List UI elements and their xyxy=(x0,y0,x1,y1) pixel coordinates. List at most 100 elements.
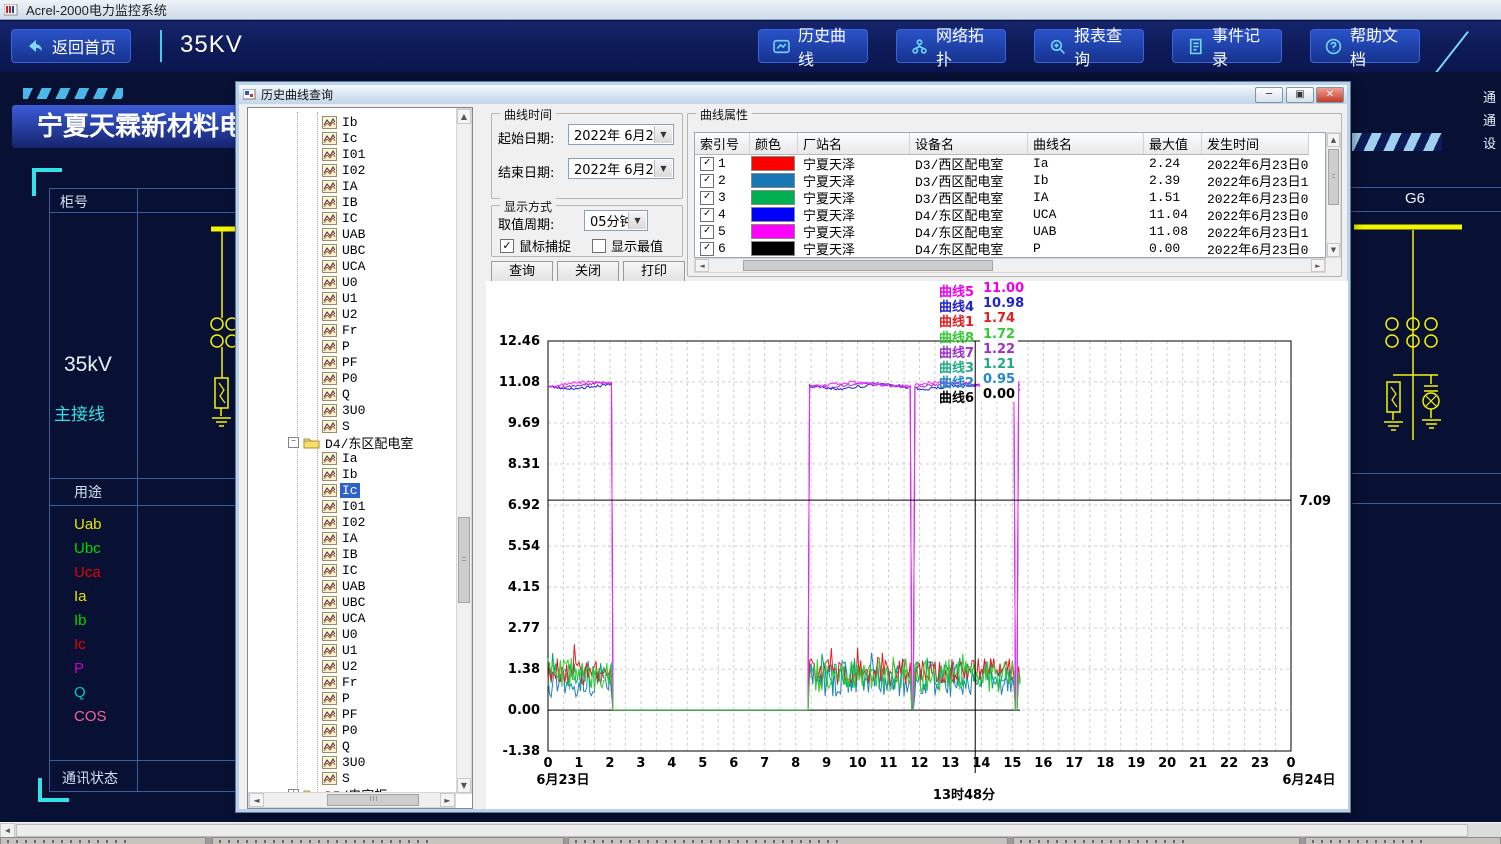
row-checkbox[interactable]: ✓ xyxy=(700,156,714,171)
home-button[interactable]: 返回首页 xyxy=(11,29,132,63)
scroll-thumb[interactable] xyxy=(327,794,419,806)
row-checkbox[interactable]: ✓ xyxy=(700,190,714,205)
end-date-combo[interactable]: 2022年 6月23 ▼ xyxy=(568,158,674,179)
tree-item-UBC[interactable]: UBC xyxy=(322,242,367,258)
dialog-maximize-button[interactable]: ▣ xyxy=(1286,87,1314,103)
taskbar-item[interactable] xyxy=(212,837,564,844)
query-button[interactable]: 查询 xyxy=(491,261,553,283)
nav-button-network-topology[interactable]: 网络拓扑 xyxy=(896,28,1006,69)
attr-table-horizontal-scrollbar[interactable]: ◄ ► xyxy=(694,258,1326,273)
tree-item-PF[interactable]: PF xyxy=(322,354,360,370)
tree-item-IC[interactable]: IC xyxy=(322,210,360,226)
attr-col-header[interactable]: 颜色 xyxy=(750,133,798,155)
tree-item-U2[interactable]: U2 xyxy=(322,306,360,322)
scroll-down-arrow[interactable]: ▼ xyxy=(1327,243,1340,257)
tree-item-PF[interactable]: PF xyxy=(322,706,360,722)
tree-item-I01[interactable]: I01 xyxy=(322,146,367,162)
tree-item-Ib[interactable]: Ib xyxy=(322,114,360,130)
tree-item-P[interactable]: P xyxy=(322,690,352,706)
tree-item-Ib[interactable]: Ib xyxy=(322,466,360,482)
curve-chart[interactable]: 12.46 11.08 9.69 8.31 6.92 5.54 4.15 2.77 1.38 0.… xyxy=(486,281,1348,809)
row-checkbox[interactable]: ✓ xyxy=(700,207,714,222)
nav-button-event-log[interactable]: 事件记录 xyxy=(1172,28,1282,69)
tree-item-I02[interactable]: I02 xyxy=(322,162,367,178)
scroll-thumb[interactable] xyxy=(1328,149,1339,205)
tree-item-P0[interactable]: P0 xyxy=(322,370,360,386)
taskbar-item[interactable] xyxy=(0,837,206,844)
tree-item-Q[interactable]: Q xyxy=(322,738,352,754)
attr-col-header[interactable]: 设备名 xyxy=(910,133,1028,155)
chart-plot[interactable]: 12.46 11.08 9.69 8.31 6.92 5.54 4.15 2.77 1.38 0.… xyxy=(486,281,1348,809)
attr-col-header[interactable]: 曲线名 xyxy=(1028,133,1144,155)
tree-item-U0[interactable]: U0 xyxy=(322,274,360,290)
tree-item-U1[interactable]: U1 xyxy=(322,642,360,658)
tree-item-IB[interactable]: IB xyxy=(322,194,360,210)
tree-item-U2[interactable]: U2 xyxy=(322,658,360,674)
taskbar-item[interactable] xyxy=(568,837,1008,844)
row-checkbox[interactable]: ✓ xyxy=(700,173,714,188)
tree-item-Ia[interactable]: Ia xyxy=(322,450,360,466)
dialog-titlebar[interactable]: 历史曲线查询 xyxy=(239,85,1347,104)
tree-item-Q[interactable]: Q xyxy=(322,386,352,402)
tree-item-IB[interactable]: IB xyxy=(322,546,360,562)
tree-item-UAB[interactable]: UAB xyxy=(322,226,367,242)
tree-item-Ic[interactable]: Ic xyxy=(322,482,360,498)
scroll-thumb[interactable] xyxy=(16,824,1468,837)
period-combo[interactable]: 05分钟 ▼ xyxy=(584,210,648,231)
scroll-down-arrow[interactable]: ▼ xyxy=(457,778,471,793)
tree-item-UAB[interactable]: UAB xyxy=(322,578,367,594)
dialog-close-button[interactable]: ✕ xyxy=(1316,87,1344,103)
print-button[interactable]: 打印 xyxy=(623,261,685,283)
tree-item-Fr[interactable]: Fr xyxy=(322,322,360,338)
tree-item-UCA[interactable]: UCA xyxy=(322,258,367,274)
scroll-left-arrow[interactable]: ◄ xyxy=(249,793,264,807)
tree-item-IA[interactable]: IA xyxy=(322,178,360,194)
taskbar-item[interactable] xyxy=(1305,837,1501,844)
scroll-up-arrow[interactable]: ▲ xyxy=(1327,133,1340,147)
scroll-right-arrow[interactable]: ► xyxy=(440,793,455,807)
nav-button-curve-chart[interactable]: 历史曲线 xyxy=(758,28,868,69)
tree-item-UBC[interactable]: UBC xyxy=(322,594,367,610)
scroll-up-arrow[interactable]: ▲ xyxy=(457,109,471,124)
tree-item-Ic[interactable]: Ic xyxy=(322,130,360,146)
dialog-minimize-button[interactable]: ─ xyxy=(1255,87,1283,103)
tree-item-3U0[interactable]: 3U0 xyxy=(322,402,367,418)
attr-table-vertical-scrollbar[interactable]: ▲ ▼ xyxy=(1326,132,1341,258)
chevron-down-icon[interactable]: ▼ xyxy=(654,160,672,177)
start-date-combo[interactable]: 2022年 6月23 ▼ xyxy=(568,124,674,145)
scroll-left-arrow[interactable]: ◄ xyxy=(695,259,709,272)
scroll-right-arrow[interactable]: ► xyxy=(1311,259,1325,272)
tree-item-I01[interactable]: I01 xyxy=(322,498,367,514)
row-checkbox[interactable]: ✓ xyxy=(700,241,714,256)
chevron-down-icon[interactable]: ▼ xyxy=(628,212,646,229)
scroll-thumb[interactable] xyxy=(458,517,470,603)
attr-col-header[interactable]: 发生时间 xyxy=(1202,133,1309,155)
tree-item-IA[interactable]: IA xyxy=(322,530,360,546)
show-max-checkbox[interactable]: 显示最值 xyxy=(592,236,663,255)
tree-horizontal-scrollbar[interactable]: ◄ ► xyxy=(248,792,456,808)
mouse-capture-checkbox[interactable]: ✓ 鼠标捕捉 xyxy=(500,236,571,255)
tree-item-P0[interactable]: P0 xyxy=(322,722,360,738)
collapse-icon[interactable]: − xyxy=(288,436,299,448)
nav-button-report-search[interactable]: 报表查询 xyxy=(1034,28,1144,69)
tree-item-3U0[interactable]: 3U0 xyxy=(322,754,367,770)
tree-folder-D4/东区配电室[interactable]: − D4/东区配电室 xyxy=(288,434,415,452)
chevron-down-icon[interactable]: ▼ xyxy=(654,126,672,143)
row-checkbox[interactable]: ✓ xyxy=(700,224,714,239)
tree-item-U0[interactable]: U0 xyxy=(322,626,360,642)
attr-col-header[interactable]: 最大值 xyxy=(1144,133,1202,155)
tree-vertical-scrollbar[interactable]: ▲ ▼ xyxy=(456,108,472,794)
tree-item-IC[interactable]: IC xyxy=(322,562,360,578)
tree-item-UCA[interactable]: UCA xyxy=(322,610,367,626)
scroll-thumb[interactable] xyxy=(743,260,993,271)
scroll-left-arrow[interactable]: ◄ xyxy=(0,823,15,838)
window-horizontal-scrollbar[interactable]: ◄ xyxy=(0,822,1501,838)
tree-item-P[interactable]: P xyxy=(322,338,352,354)
tree-item-I02[interactable]: I02 xyxy=(322,514,367,530)
tree-item-U1[interactable]: U1 xyxy=(322,290,360,306)
nav-button-help[interactable]: 帮助文档 xyxy=(1310,28,1420,69)
attr-col-header[interactable]: 厂站名 xyxy=(798,133,910,155)
taskbar-item[interactable] xyxy=(1013,837,1300,844)
tree-item-Fr[interactable]: Fr xyxy=(322,674,360,690)
attr-col-header[interactable]: 索引号 xyxy=(695,133,750,155)
